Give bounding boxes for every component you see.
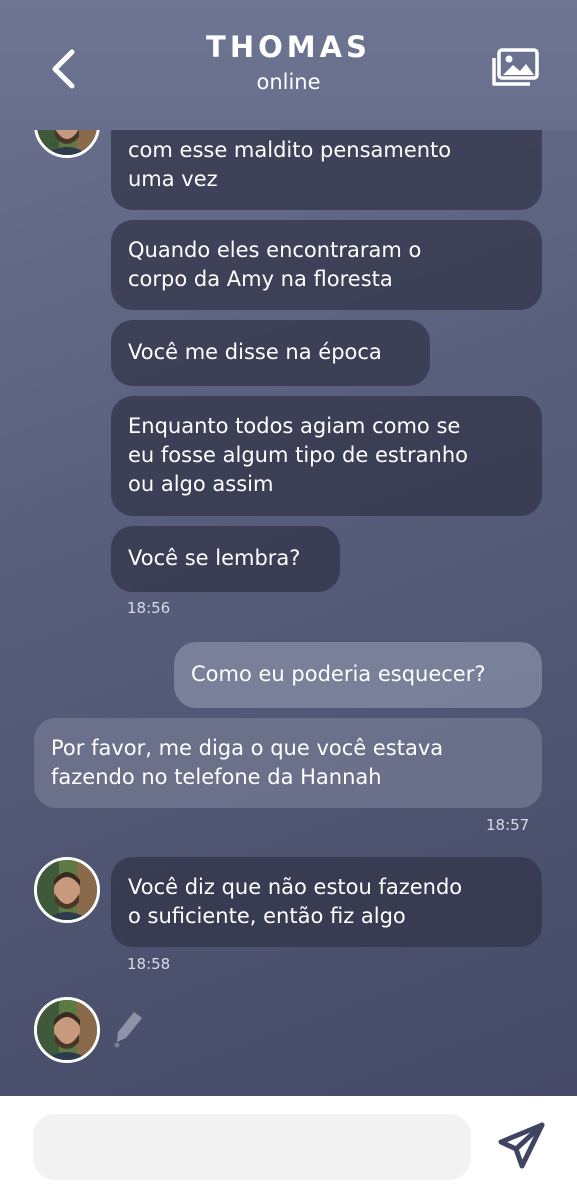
- message-bubble-incoming: Você diz que não estou fazendo o suficie…: [111, 857, 542, 947]
- message-bubble-outgoing: Como eu poderia esquecer?: [174, 642, 542, 708]
- message-text: ou algo assim: [128, 472, 274, 496]
- message-text: com esse maldito pensamento: [128, 138, 452, 162]
- message-bubble-incoming: Quando eles encontraram o corpo da Amy n…: [111, 220, 542, 310]
- chat-screen: THOMAS online com esse maldito pensament…: [0, 0, 577, 1096]
- gallery-button[interactable]: [490, 46, 542, 92]
- typing-pencil-icon: [114, 1012, 142, 1048]
- message-text: fazendo no telefone da Hannah: [51, 765, 382, 789]
- message-text: uma vez: [128, 167, 218, 191]
- gallery-icon: [492, 48, 539, 86]
- send-icon: [498, 1122, 545, 1169]
- message-input[interactable]: [33, 1114, 471, 1180]
- composer-bar: [0, 1096, 577, 1200]
- message-text: Você diz que não estou fazendo: [128, 875, 463, 899]
- message-text: corpo da Amy na floresta: [128, 267, 393, 291]
- avatar-photo: [37, 860, 97, 920]
- message-bubble-incoming: Você me disse na época: [111, 320, 430, 386]
- message-text: Você me disse na época: [128, 340, 382, 364]
- message-bubble-incoming: com esse maldito pensamento uma vez: [111, 120, 542, 210]
- message-text: Enquanto todos agiam como se: [128, 414, 461, 438]
- message-bubble-incoming: Você se lembra?: [111, 526, 340, 592]
- message-timestamp: 18:58: [127, 955, 171, 973]
- message-timestamp: 18:56: [127, 599, 171, 617]
- avatar: [34, 857, 100, 923]
- avatar: [34, 997, 100, 1063]
- message-text: eu fosse algum tipo de estranho: [128, 443, 469, 467]
- message-text: Como eu poderia esquecer?: [191, 662, 486, 686]
- message-text: Quando eles encontraram o: [128, 238, 422, 262]
- send-button[interactable]: [496, 1120, 548, 1172]
- message-timestamp: 18:57: [486, 816, 530, 834]
- message-text: Você se lembra?: [128, 546, 301, 570]
- message-bubble-outgoing: Por favor, me diga o que você estava faz…: [34, 718, 542, 808]
- message-text: o suficiente, então fiz algo: [128, 904, 406, 928]
- message-text: Por favor, me diga o que você estava: [51, 736, 444, 760]
- message-bubble-incoming: Enquanto todos agiam como se eu fosse al…: [111, 396, 542, 516]
- avatar-photo: [37, 1000, 97, 1060]
- chat-header: THOMAS online: [0, 0, 577, 130]
